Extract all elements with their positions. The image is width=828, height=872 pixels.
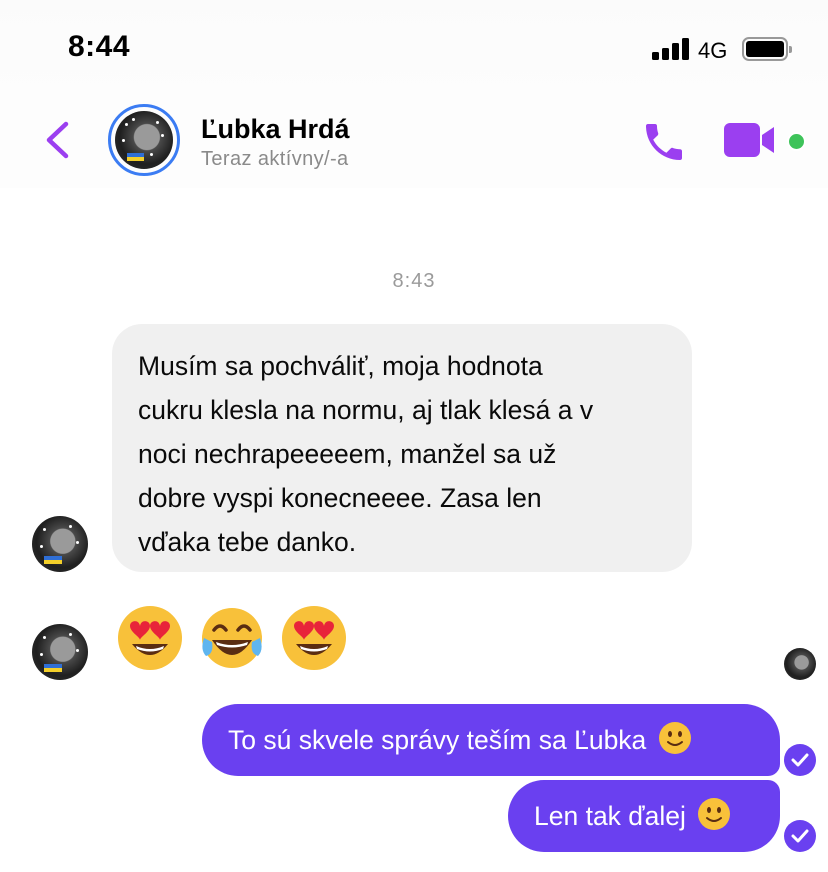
- delivered-check-icon: [784, 744, 816, 776]
- contact-avatar[interactable]: [108, 104, 180, 176]
- message-timestamp: 8:43: [392, 270, 436, 292]
- seen-receipt-avatar: [784, 648, 816, 680]
- outgoing-message-bubble[interactable]: To sú skvele správy teším sa Ľubka: [202, 704, 780, 776]
- incoming-message-bubble[interactable]: Musím sa pochváliť, moja hodnota cukru k…: [112, 324, 692, 572]
- chat-header: Ľubka Hrdá Teraz aktívny/-a: [0, 96, 828, 188]
- chevron-left-icon: [46, 121, 69, 159]
- battery-icon: [742, 37, 792, 61]
- back-button[interactable]: [38, 118, 78, 162]
- heart-eyes-emoji-icon: [282, 606, 346, 670]
- status-bar: 8:44 4G: [0, 0, 828, 96]
- ukraine-flag-icon: [126, 152, 144, 161]
- ukraine-flag-icon: [44, 556, 63, 565]
- video-camera-icon: [724, 123, 774, 157]
- ukraine-flag-icon: [44, 664, 63, 673]
- online-indicator: [787, 132, 806, 151]
- contact-photo: [115, 111, 173, 169]
- outgoing-message-text: Len tak ďalej: [534, 801, 686, 831]
- delivered-check-icon: [784, 820, 816, 852]
- sender-avatar[interactable]: [32, 516, 88, 572]
- signal-strength-icon: [652, 38, 692, 60]
- sender-avatar[interactable]: [32, 624, 88, 680]
- outgoing-message-text: To sú skvele správy teším sa Ľubka: [228, 725, 647, 755]
- outgoing-message-bubble[interactable]: Len tak ďalej: [508, 780, 780, 852]
- network-type: 4G: [698, 38, 728, 63]
- phone-icon: [646, 124, 682, 160]
- status-time: 8:44: [68, 30, 131, 63]
- voice-call-button[interactable]: [640, 118, 688, 166]
- slightly-smiling-emoji-icon: [698, 798, 731, 830]
- heart-eyes-emoji-icon: [118, 606, 182, 670]
- slightly-smiling-emoji-icon: [658, 722, 691, 754]
- tears-of-joy-emoji-icon: [202, 608, 262, 668]
- contact-name[interactable]: Ľubka Hrdá: [201, 114, 350, 145]
- video-call-button[interactable]: [722, 120, 778, 160]
- contact-status: Teraz aktívny/-a: [201, 148, 349, 170]
- incoming-emoji-message[interactable]: [116, 604, 348, 674]
